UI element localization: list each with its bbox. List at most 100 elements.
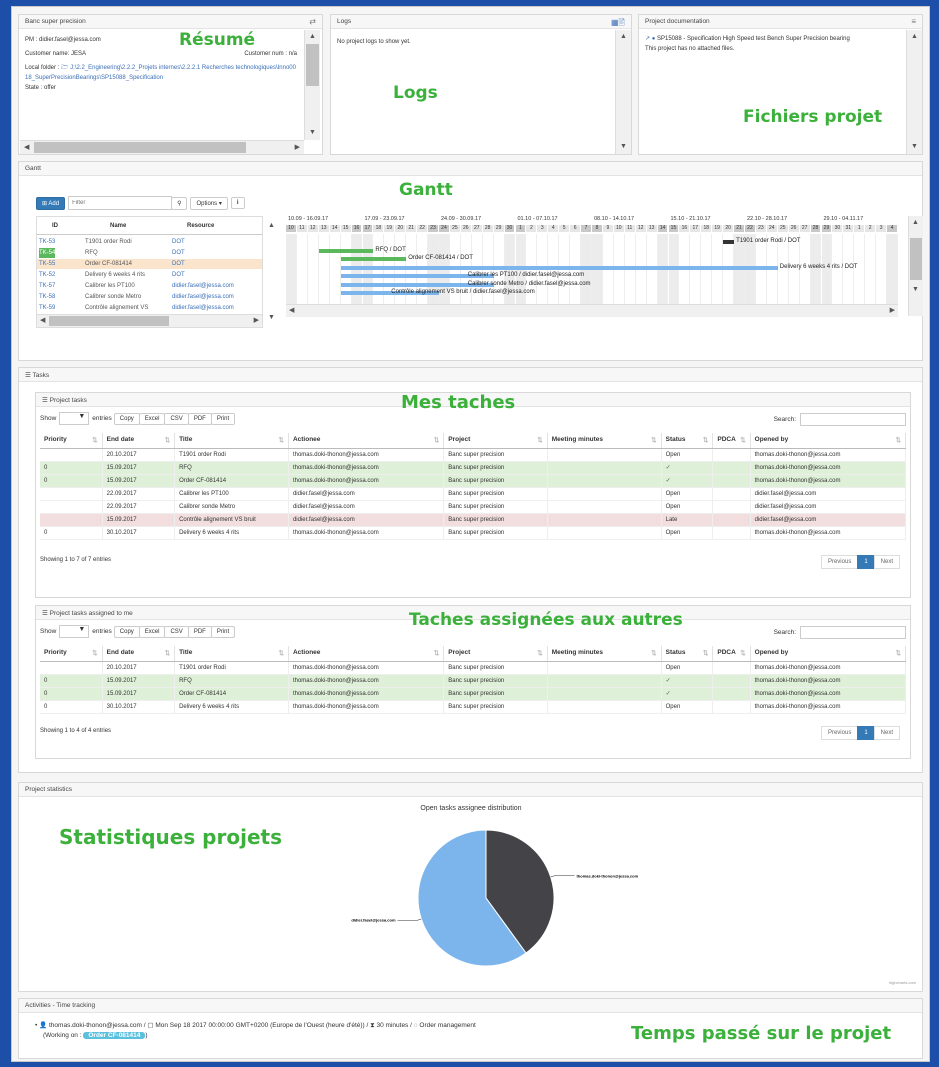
gantt-timeline-vscroll[interactable]: ▲ ▼ <box>908 216 923 316</box>
gantt-row[interactable]: TK-54 RFQ DOT <box>37 248 262 258</box>
column-header[interactable]: Opened by ⇅ <box>750 646 907 662</box>
gantt-options-button[interactable]: Options ▾ <box>190 196 228 210</box>
export-csv-button[interactable]: CSV <box>164 412 189 425</box>
page-length-select[interactable]: ▼ <box>59 412 90 425</box>
column-header[interactable]: Project ⇅ <box>443 433 548 449</box>
next-button[interactable]: Next <box>873 555 900 569</box>
gantt-filter-input[interactable] <box>68 196 173 210</box>
gantt-bar[interactable] <box>340 265 778 270</box>
table-row[interactable]: 0 30.10.2017 Delivery 6 weeks 4 rits thomas… <box>40 526 907 540</box>
previous-button[interactable]: Previous <box>820 555 859 569</box>
export-excel-button[interactable]: Excel <box>138 412 166 425</box>
gantt-timeline-hscroll[interactable]: ◀ ▶ <box>286 304 898 317</box>
gantt-bar[interactable] <box>318 248 374 253</box>
export-pdf-button[interactable]: PDF <box>187 625 212 638</box>
column-header[interactable]: Actionee ⇅ <box>288 433 445 449</box>
table-row[interactable]: 15.09.2017 Contrôle alignement VS bruit di… <box>40 513 907 527</box>
gantt-row[interactable]: TK-59 Contrôle alignement VS didier.fasel@… <box>37 303 262 313</box>
column-header[interactable]: Priority ⇅ <box>40 433 103 449</box>
pie-label: thomas.doki-thonon@jessa.com <box>576 873 638 878</box>
export-copy-button[interactable]: Copy <box>113 412 140 425</box>
scroll-up-icon[interactable]: ▲ <box>911 33 918 41</box>
column-header[interactable]: Title ⇅ <box>174 646 289 662</box>
search-input[interactable] <box>800 626 906 639</box>
scroll-down-icon[interactable]: ▼ <box>911 143 918 151</box>
export-print-button[interactable]: Print <box>210 412 236 425</box>
column-header[interactable]: Title ⇅ <box>174 433 289 449</box>
table-row[interactable]: 22.09.2017 Calibrer les PT100 didier.fasel… <box>40 487 907 501</box>
gantt-add-button[interactable]: ⊞ Add <box>36 196 66 210</box>
summary-hscroll[interactable]: ◀ ▶ <box>20 140 304 154</box>
scroll-left-icon[interactable]: ◀ <box>289 307 294 315</box>
scroll-right-icon[interactable]: ▶ <box>295 144 300 152</box>
export-excel-button[interactable]: Excel <box>138 625 166 638</box>
gantt-row[interactable]: TK-58 Calibrer sonde Metro didier.fasel@je… <box>37 292 262 302</box>
table-row[interactable]: 0 15.09.2017 Order CF-081414 thomas.doki-th… <box>40 474 907 488</box>
sort-icon: ⇅ <box>702 650 709 658</box>
export-pdf-button[interactable]: PDF <box>187 412 212 425</box>
previous-button[interactable]: Previous <box>820 726 859 740</box>
gantt-bar[interactable] <box>340 257 407 261</box>
task-badge[interactable]: Order CF-081414 <box>83 1032 146 1039</box>
table-row[interactable]: 0 30.10.2017 Delivery 6 weeks 4 rits thomas… <box>40 700 907 714</box>
table-row[interactable]: 0 15.09.2017 RFQ thomas.doki-thonon@jessa.c… <box>40 461 907 475</box>
gantt-grid-hscroll[interactable]: ◀ ▶ <box>37 314 262 327</box>
logs-vscroll[interactable]: ▲ ▼ <box>615 30 631 154</box>
column-header[interactable]: Meeting minutes ⇅ <box>547 646 662 662</box>
table-row[interactable]: 0 15.09.2017 RFQ thomas.doki-thonon@jessa.c… <box>40 674 907 688</box>
page-1-button[interactable]: 1 <box>857 555 875 569</box>
column-header[interactable]: Priority ⇅ <box>40 646 103 662</box>
column-header[interactable]: Project ⇅ <box>443 646 548 662</box>
column-header[interactable]: Opened by ⇅ <box>750 433 907 449</box>
export-copy-button[interactable]: Copy <box>113 625 140 638</box>
scroll-left-icon[interactable]: ◀ <box>40 317 45 325</box>
gantt-bar[interactable] <box>723 240 735 244</box>
gantt-splitter-down-icon[interactable]: ▼ <box>268 314 275 322</box>
gantt-grid-hscroll-thumb[interactable] <box>49 316 169 326</box>
menu-icon[interactable]: ≡ <box>911 17 916 26</box>
column-header[interactable]: Status ⇅ <box>661 433 714 449</box>
summary-hscroll-thumb[interactable] <box>34 142 246 153</box>
gantt-row[interactable]: TK-55 Order CF-081414 DOT <box>37 259 262 269</box>
documentation-vscroll[interactable]: ▲ ▼ <box>906 30 922 154</box>
logs-tools-icon[interactable]: ▦🖹 <box>611 17 625 31</box>
scroll-right-icon[interactable]: ▶ <box>890 307 895 315</box>
gantt-info-button[interactable]: i <box>230 197 245 209</box>
column-header[interactable]: End date ⇅ <box>102 646 176 662</box>
external-link-icon[interactable]: ↗ <box>645 36 650 42</box>
gantt-row[interactable]: TK-53 T1901 order Rodi DOT <box>37 237 262 247</box>
scroll-left-icon[interactable]: ◀ <box>24 144 29 152</box>
scroll-down-icon[interactable]: ▼ <box>912 286 919 294</box>
next-button[interactable]: Next <box>873 726 900 740</box>
column-header[interactable]: Actionee ⇅ <box>288 646 445 662</box>
scroll-right-icon[interactable]: ▶ <box>254 317 259 325</box>
scroll-down-icon[interactable]: ▼ <box>620 143 627 151</box>
scroll-up-icon[interactable]: ▲ <box>912 219 919 227</box>
gantt-timeline-vscroll-thumb[interactable] <box>910 238 922 280</box>
table-row[interactable]: 20.10.2017 T1901 order Rodi thomas.doki-th… <box>40 661 907 675</box>
summary-vscroll[interactable]: ▲ ▼ <box>304 30 320 140</box>
column-header[interactable]: Meeting minutes ⇅ <box>547 433 662 449</box>
scroll-up-icon[interactable]: ▲ <box>620 33 627 41</box>
column-header[interactable]: PDCA ⇅ <box>712 646 751 662</box>
gantt-splitter-up-icon[interactable]: ▲ <box>268 222 275 230</box>
page-1-button[interactable]: 1 <box>857 726 875 740</box>
column-header[interactable]: End date ⇅ <box>102 433 176 449</box>
documentation-item[interactable]: SP15088 - Specification High Speed test … <box>657 36 850 42</box>
table-row[interactable]: 0 15.09.2017 Order CF-081414 thomas.doki-th… <box>40 687 907 701</box>
search-input[interactable] <box>800 413 906 426</box>
summary-vscroll-thumb[interactable] <box>306 44 319 86</box>
table-row[interactable]: 20.10.2017 T1901 order Rodi thomas.doki-th… <box>40 448 907 462</box>
collapse-icon[interactable]: ⇄ <box>309 17 316 26</box>
gantt-row[interactable]: TK-52 Delivery 6 weeks 4 rits DOT <box>37 270 262 280</box>
gantt-row[interactable]: TK-57 Calibrer les PT100 didier.fasel@jess… <box>37 281 262 291</box>
column-header[interactable]: Status ⇅ <box>661 646 714 662</box>
page-length-select[interactable]: ▼ <box>59 625 90 638</box>
scroll-up-icon[interactable]: ▲ <box>309 33 316 41</box>
column-header[interactable]: PDCA ⇅ <box>712 433 751 449</box>
scroll-down-icon[interactable]: ▼ <box>309 129 316 137</box>
export-print-button[interactable]: Print <box>210 625 236 638</box>
gantt-search-button[interactable]: ⚲ <box>171 196 188 210</box>
table-row[interactable]: 22.09.2017 Calibrer sonde Metro didier.fas… <box>40 500 907 514</box>
export-csv-button[interactable]: CSV <box>164 625 189 638</box>
